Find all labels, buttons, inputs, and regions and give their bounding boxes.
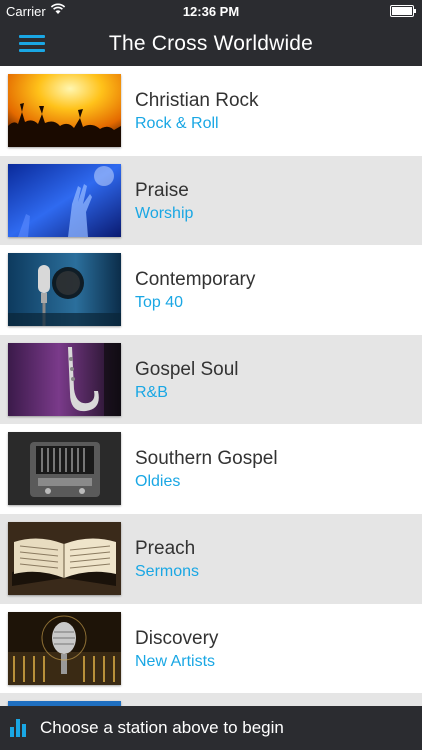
vintage-radio-image — [8, 432, 121, 506]
hamburger-menu-icon[interactable] — [19, 33, 45, 53]
station-name: Contemporary — [135, 269, 256, 291]
station-genre: Top 40 — [135, 294, 184, 312]
station-genre: New Artists — [135, 652, 216, 670]
station-genre: Sermons — [135, 562, 200, 580]
concert-crowd-image — [8, 74, 121, 147]
battery-icon — [390, 5, 416, 17]
worship-hands-image — [8, 163, 121, 237]
equalizer-icon — [10, 719, 30, 737]
station-row-contemporary[interactable]: Contemporary Top 40 — [0, 245, 422, 335]
station-name: Preach — [135, 537, 196, 559]
station-name: Praise — [135, 179, 189, 201]
station-name: Southern Gospel — [135, 448, 278, 470]
station-row-southern-gospel[interactable]: Southern Gospel Oldies — [0, 424, 422, 514]
nav-bar: The Cross Worldwide — [0, 22, 422, 66]
station-genre: Rock & Roll — [135, 115, 219, 132]
station-genre: Oldies — [135, 473, 181, 491]
station-row-praise[interactable]: Praise Worship — [0, 155, 422, 246]
station-row-discovery[interactable]: Discovery New Artists — [0, 603, 422, 694]
now-playing-message: Choose a station above to begin — [40, 718, 284, 737]
mixing-board-microphone-image — [8, 611, 121, 685]
clock: 12:36 PM — [182, 4, 240, 19]
station-row-preach[interactable]: Preach Sermons — [0, 513, 422, 604]
station-name: Discovery — [135, 627, 219, 649]
station-name: Christian Rock — [135, 90, 259, 111]
app-title: The Cross Worldwide — [108, 32, 314, 55]
saxophone-image — [8, 342, 121, 416]
station-row-gospel-soul[interactable]: Gospel Soul R&B — [0, 334, 422, 425]
studio-microphone-image — [8, 253, 121, 327]
now-playing-bar[interactable]: Choose a station above to begin — [0, 706, 422, 750]
status-bar: Carrier 12:36 PM — [0, 0, 422, 22]
station-list: Christian Rock Rock & Roll Praise Worshi… — [0, 66, 422, 706]
station-genre: Worship — [135, 204, 194, 222]
open-bible-image — [8, 521, 121, 595]
station-row-partial[interactable] — [0, 693, 422, 706]
station-genre: R&B — [135, 383, 168, 401]
station-row-christian-rock[interactable]: Christian Rock Rock & Roll — [0, 66, 422, 156]
station-name: Gospel Soul — [135, 358, 239, 380]
